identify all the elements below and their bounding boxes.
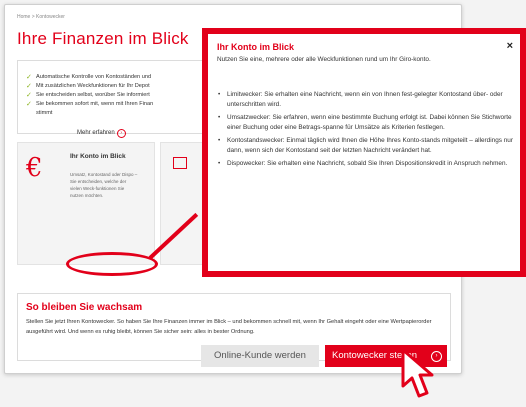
popup-list: • Limitwecker: Sie erhalten eine Nachrich… (217, 90, 515, 172)
close-icon[interactable]: × (507, 40, 513, 52)
list-item: • Kontostandswecker: Einmal täglich wird … (218, 137, 513, 154)
tile-account-overview[interactable]: € Ihr Konto im Blick Umsatz, Kontostand … (17, 142, 155, 265)
section-heading: So bleiben Sie wachsam (26, 302, 143, 313)
info-popup: Ihr Konto im Blick × Nutzen Sie eine, me… (202, 28, 526, 277)
check-icon: ✓ (26, 101, 32, 108)
mouse-pointer-icon (401, 348, 434, 398)
monitor-chart-icon (173, 157, 187, 169)
popup-title: Ihr Konto im Blick (217, 42, 295, 52)
list-item: • Limitwecker: Sie erhalten eine Nachrich… (218, 91, 503, 108)
list-item: • Dispowecker: Sie erhalten eine Nachrich… (218, 160, 508, 167)
tile-title: Ihr Konto im Blick (70, 153, 126, 160)
more-info-link[interactable]: Mehr erfahren › (77, 129, 126, 138)
chevron-right-icon: › (116, 129, 126, 138)
euro-icon: € (26, 153, 43, 183)
popup-intro: Nutzen Sie eine, mehrere oder alle Weckf… (217, 56, 431, 63)
page-title: Ihre Finanzen im Blick (17, 29, 189, 48)
check-icon: ✓ (26, 74, 32, 81)
tile-description: Umsatz, Kontostand oder Dispo – Sie ents… (70, 172, 138, 198)
breadcrumb[interactable]: Home > Kontowecker (17, 14, 65, 20)
highlight-ellipse (66, 252, 158, 276)
section-text: Stellen Sie jetzt Ihren Kontowecker. So … (26, 319, 432, 335)
list-item: • Umsatzwecker: Sie erfahren, wenn eine b… (218, 114, 512, 131)
check-icon: ✓ (26, 83, 32, 90)
become-online-customer-button[interactable]: Online-Kunde werden (201, 345, 319, 367)
check-icon: ✓ (26, 92, 32, 99)
popup-content: Ihr Konto im Blick × Nutzen Sie eine, me… (208, 34, 520, 271)
